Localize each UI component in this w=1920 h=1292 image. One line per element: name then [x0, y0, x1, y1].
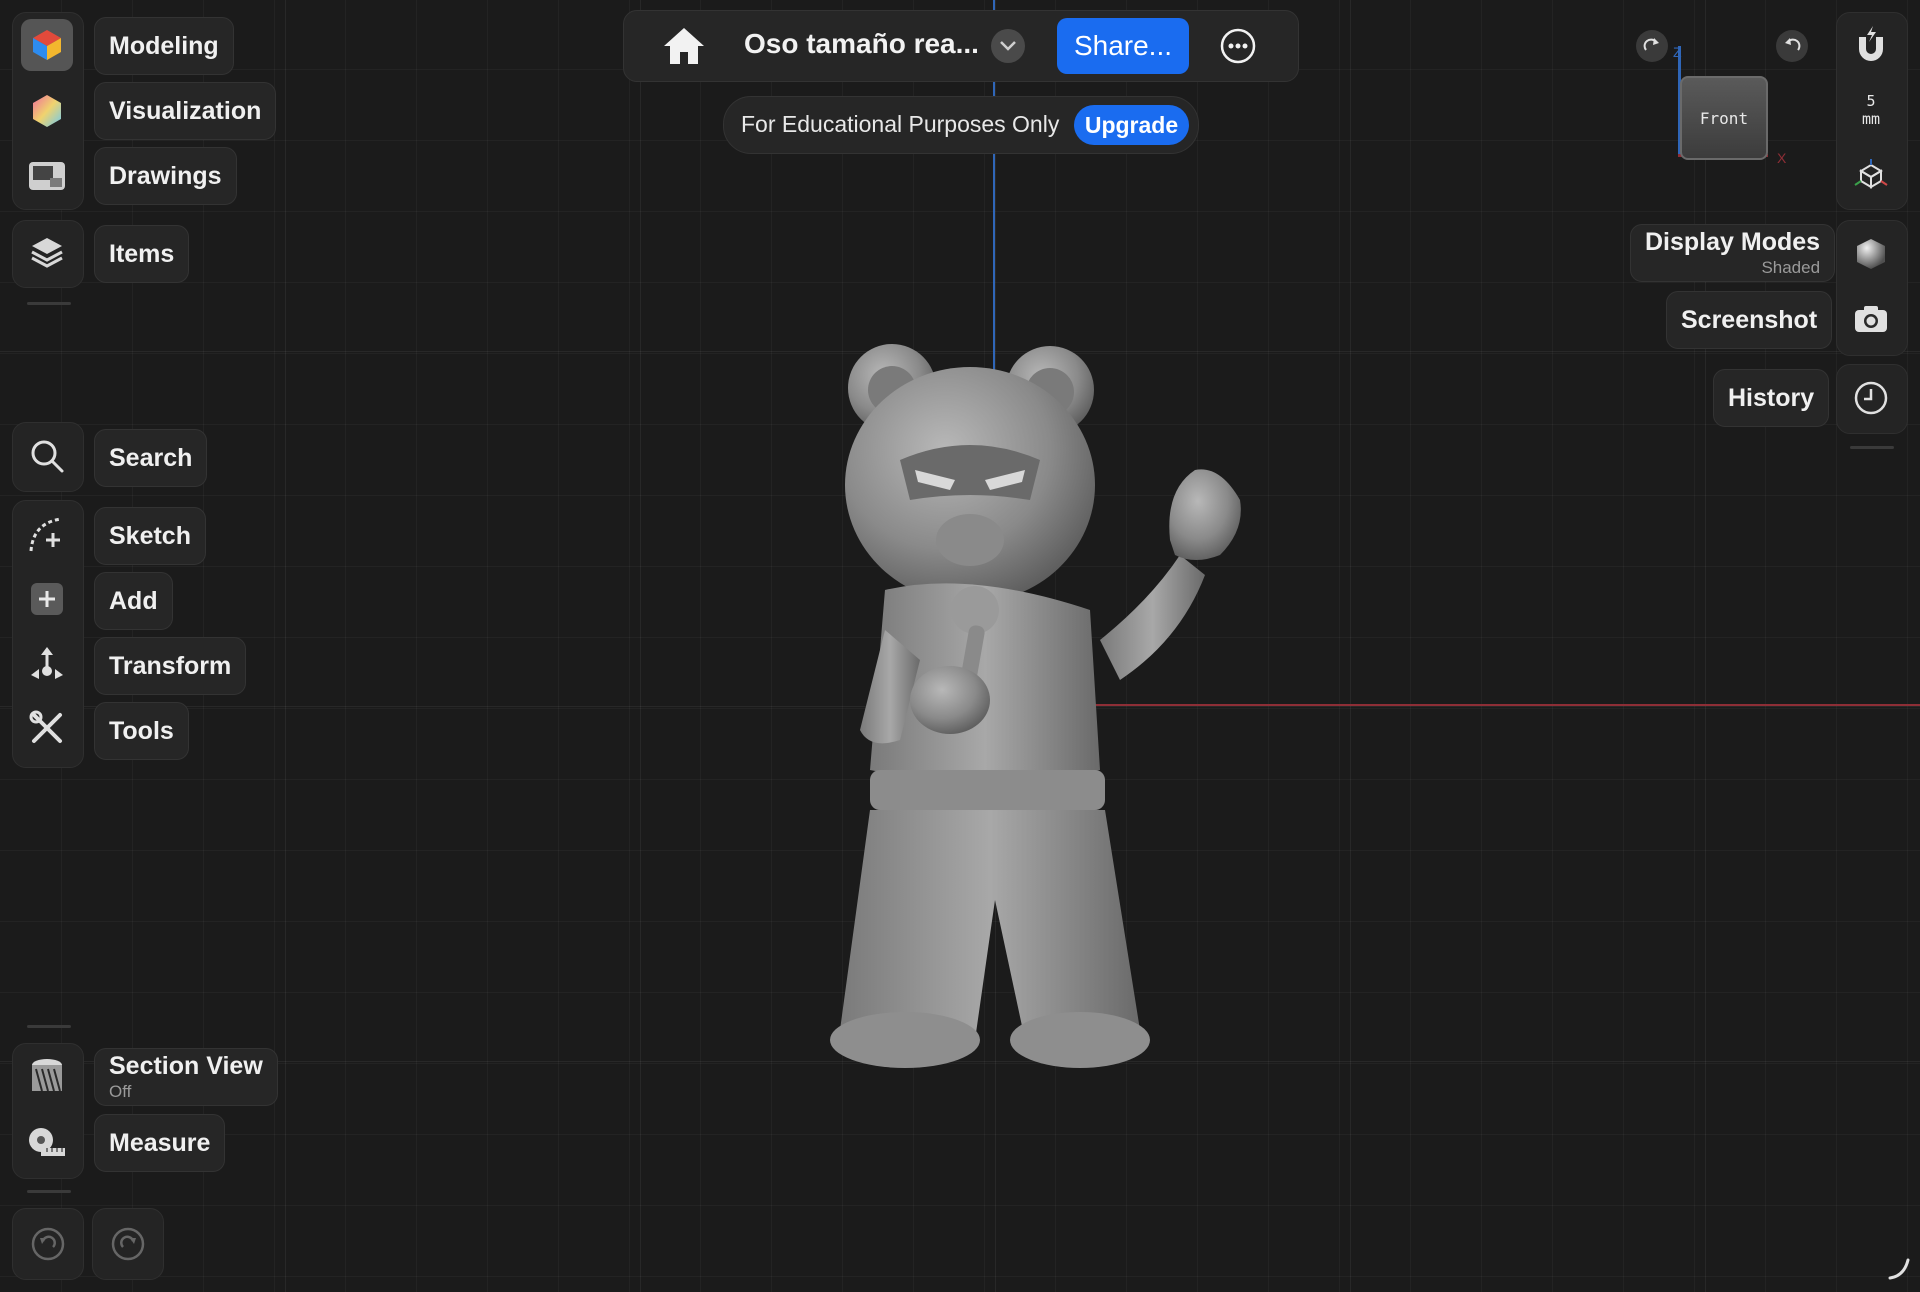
- add-button[interactable]: [12, 568, 82, 630]
- display-modes-button[interactable]: [1836, 223, 1906, 285]
- education-notice: For Educational Purposes Only Upgrade: [723, 96, 1199, 154]
- section-view-status: Off: [109, 1082, 132, 1101]
- measure-button[interactable]: [12, 1111, 82, 1173]
- section-view-button[interactable]: [12, 1046, 82, 1108]
- document-top-bar: Oso tamaño rea... Share...: [623, 10, 1299, 82]
- sketch-label[interactable]: Sketch: [94, 507, 206, 565]
- view-cube-face-label: Front: [1699, 108, 1749, 128]
- redo-icon: [111, 1227, 145, 1261]
- visualization-workspace-button[interactable]: [12, 80, 82, 142]
- toolbar-divider: [1850, 446, 1894, 449]
- clock-icon: [1854, 381, 1888, 415]
- toolbar-divider: [27, 302, 71, 305]
- home-icon[interactable]: [662, 26, 706, 66]
- visualization-label[interactable]: Visualization: [94, 82, 277, 140]
- resize-handle-icon[interactable]: [1886, 1256, 1910, 1280]
- share-button[interactable]: Share...: [1057, 18, 1189, 74]
- modeling-label[interactable]: Modeling: [94, 17, 234, 75]
- history-button[interactable]: [1836, 367, 1906, 429]
- search-button[interactable]: [12, 425, 82, 487]
- undo-icon: [31, 1227, 65, 1261]
- sketch-arc-icon: [29, 517, 62, 552]
- section-view-icon: [32, 1059, 62, 1092]
- add-plus-icon: [31, 583, 63, 615]
- transform-arrows-icon: [31, 647, 63, 679]
- tools-wrench-icon: [29, 710, 62, 743]
- search-label[interactable]: Search: [94, 429, 208, 487]
- magnet-snap-icon: [1859, 26, 1883, 61]
- upgrade-button[interactable]: Upgrade: [1074, 105, 1189, 145]
- view-cube[interactable]: Front: [1680, 76, 1768, 160]
- visualization-hexagon-icon: [33, 95, 61, 127]
- document-title[interactable]: Oso tamaño rea...: [744, 28, 979, 60]
- layers-icon: [31, 238, 63, 268]
- transform-label[interactable]: Transform: [94, 637, 247, 695]
- items-label[interactable]: Items: [94, 225, 190, 283]
- axes-toggle-button[interactable]: [1836, 144, 1906, 206]
- sketch-button[interactable]: [12, 504, 82, 566]
- more-ellipsis-icon[interactable]: [1219, 27, 1257, 65]
- shaded-sphere-icon: [1857, 239, 1885, 269]
- toolbar-divider: [27, 1025, 71, 1028]
- search-icon: [31, 440, 64, 473]
- axes-gizmo-icon: [1854, 159, 1888, 189]
- rotate-clockwise-icon: [1643, 38, 1659, 51]
- snap-unit: mm: [1861, 110, 1881, 128]
- rotate-counterclockwise-icon: [1785, 38, 1801, 51]
- view-cube-z-label: Z: [1673, 44, 1682, 60]
- tools-button[interactable]: [12, 697, 82, 759]
- screenshot-button[interactable]: [1836, 288, 1906, 350]
- add-label[interactable]: Add: [94, 572, 173, 630]
- chevron-down-icon: [1000, 41, 1016, 51]
- modeling-workspace-button[interactable]: [12, 14, 82, 76]
- camera-icon: [1855, 306, 1887, 332]
- drawings-label[interactable]: Drawings: [94, 147, 237, 205]
- snap-value: 5 mm: [1836, 92, 1906, 128]
- drawings-workspace-button[interactable]: [12, 145, 82, 207]
- rotate-view-clockwise-button[interactable]: [1636, 30, 1668, 62]
- measure-label[interactable]: Measure: [94, 1114, 226, 1172]
- screenshot-label[interactable]: Screenshot: [1666, 291, 1833, 349]
- section-view-pill[interactable]: Section View Off: [94, 1048, 278, 1106]
- snap-amount: 5: [1866, 92, 1876, 110]
- bear-model[interactable]: [800, 340, 1290, 1070]
- toolbar-divider: [27, 1190, 71, 1193]
- items-button[interactable]: [12, 222, 82, 284]
- tape-measure-icon: [29, 1128, 65, 1156]
- display-modes-label: Display Modes: [1645, 228, 1821, 256]
- undo-button[interactable]: [12, 1208, 84, 1280]
- title-menu-button[interactable]: [991, 29, 1025, 63]
- education-notice-text: For Educational Purposes Only: [741, 111, 1060, 137]
- display-modes-value: Shaded: [1761, 258, 1821, 277]
- tools-label[interactable]: Tools: [94, 702, 189, 760]
- history-label[interactable]: History: [1713, 369, 1830, 427]
- view-cube-x-label: X: [1777, 150, 1787, 166]
- drawings-sheet-icon: [29, 162, 65, 190]
- display-modes-pill[interactable]: Display Modes Shaded: [1630, 224, 1836, 282]
- rotate-view-counterclockwise-button[interactable]: [1776, 30, 1808, 62]
- section-view-label: Section View: [109, 1052, 263, 1080]
- redo-button[interactable]: [92, 1208, 164, 1280]
- modeling-cube-icon: [33, 30, 61, 60]
- transform-button[interactable]: [12, 632, 82, 694]
- snap-button[interactable]: [1836, 14, 1906, 76]
